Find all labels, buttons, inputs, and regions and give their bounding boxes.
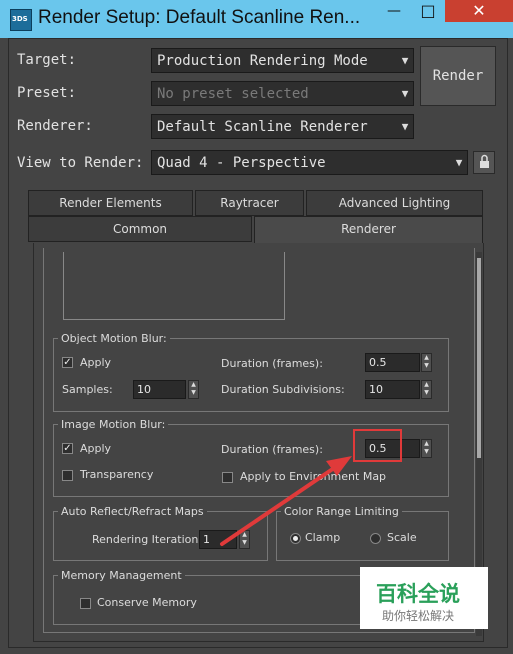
watermark-sub: 助你轻松解决 bbox=[382, 609, 455, 623]
watermark: 百科全说 助你轻松解决 bbox=[360, 567, 488, 629]
annotation-arrow bbox=[220, 456, 352, 546]
watermark-main: 百科全说 bbox=[376, 582, 460, 606]
